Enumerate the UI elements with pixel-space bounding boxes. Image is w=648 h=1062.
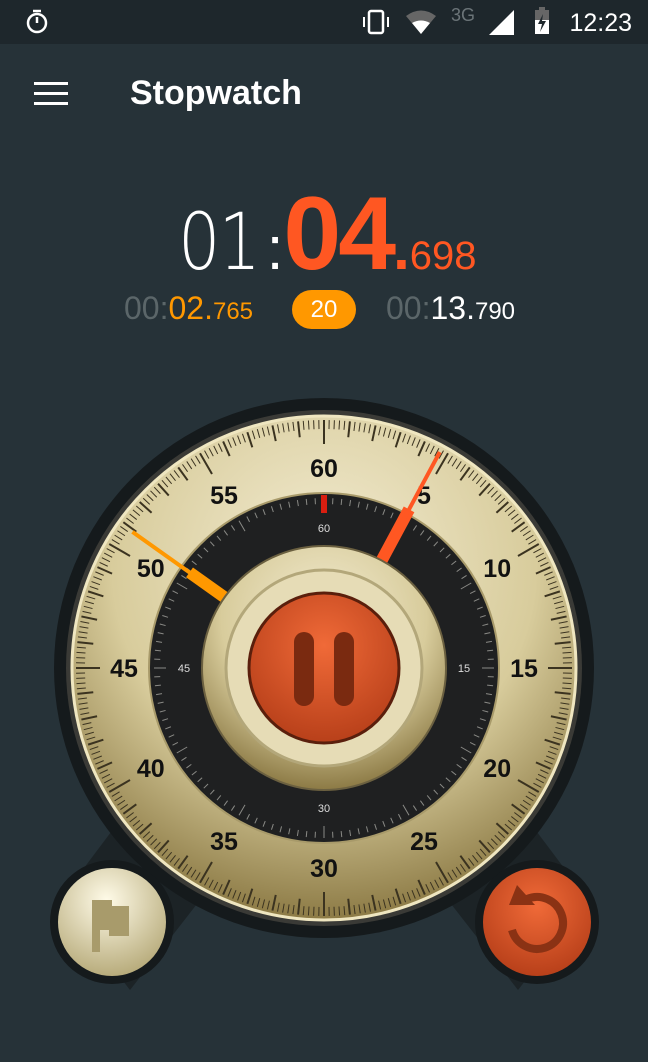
inner-dial-label: 45: [178, 663, 190, 675]
dial-label: 45: [110, 655, 138, 683]
inner-dial-tick: [487, 684, 494, 687]
dial-tick: [562, 651, 572, 654]
inner-dial-tick: [487, 649, 494, 652]
dial-tick: [562, 682, 572, 685]
dial-label: 10: [483, 555, 511, 583]
dial-tick: [307, 906, 310, 916]
inner-dial-tick: [154, 649, 161, 652]
inner-dial-tick: [340, 498, 343, 505]
dial-label: 60: [310, 455, 338, 483]
dial-tick: [307, 420, 310, 430]
dial-tick: [76, 651, 86, 654]
inner-dial-label: 60: [318, 523, 330, 535]
dial-label: 40: [137, 755, 165, 783]
inner-dial-tick: [154, 684, 161, 687]
lap-button[interactable]: [50, 860, 174, 984]
dial-label: 55: [210, 482, 238, 510]
inner-dial-tick: [340, 831, 343, 838]
dial-label: 20: [483, 755, 511, 783]
dial-label: 50: [137, 555, 165, 583]
inner-dial-label: 30: [318, 803, 330, 815]
dial-label: 15: [510, 655, 538, 683]
dial-tick: [76, 682, 86, 685]
dial-label: 5: [417, 482, 431, 510]
dial-tick: [338, 906, 341, 916]
stopwatch-dial: 60 5 10 15 20 25 30 35 40 45 50 55 60 15 30 45: [50, 398, 599, 990]
inner-dial-marker: [321, 495, 327, 513]
dial-label: 30: [310, 855, 338, 883]
inner-dial-tick: [305, 831, 308, 838]
inner-dial-label: 15: [458, 663, 470, 675]
dial-label: 25: [410, 828, 438, 856]
reset-button[interactable]: [475, 860, 599, 984]
dial-label: 35: [210, 828, 238, 856]
pause-button[interactable]: [247, 591, 401, 745]
dial-tick: [338, 420, 341, 430]
inner-dial-tick: [305, 498, 308, 505]
